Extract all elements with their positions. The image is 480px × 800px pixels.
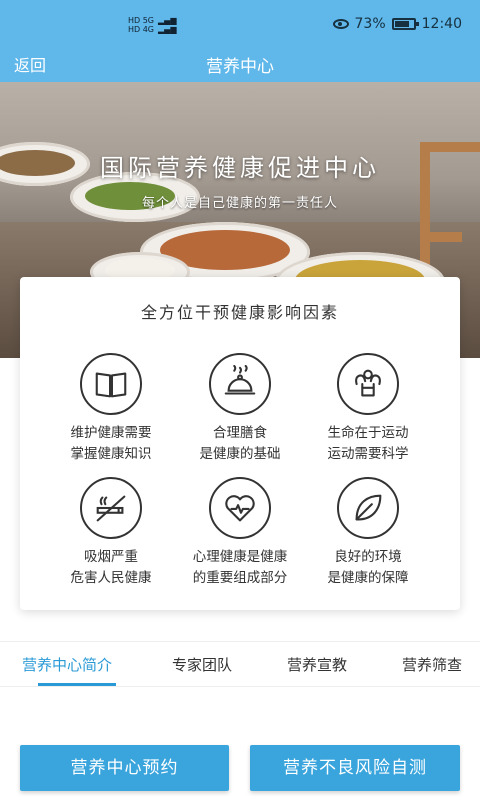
status-bar: HD 5G ▂▄▆ HD 4G ▂▄▆ 73% 12:40 (0, 0, 480, 48)
health-factors-card: 全方位干预健康影响因素 维护健康需要 掌握健康知识 合理膳食 是健康的基础 生命… (20, 277, 460, 610)
tab-bar: 营养中心简介 专家团队 营养宣教 营养筛查 (0, 641, 480, 687)
muscle-icon (337, 353, 399, 415)
tab-intro[interactable]: 营养中心简介 (22, 654, 112, 675)
page-title: 营养中心 (206, 57, 274, 77)
factor-text: 良好的环境 是健康的保障 (327, 549, 409, 586)
battery-percent: 73% (354, 16, 386, 32)
nav-bar: 返回 营养中心 (0, 48, 480, 82)
network-top: HD 5G (128, 16, 155, 25)
factor-item: 良好的环境 是健康的保障 (293, 477, 443, 589)
leaf-icon (337, 477, 399, 539)
signal-icon-2: ▂▄▆ (158, 25, 177, 34)
food-cloche-icon (209, 353, 271, 415)
active-tab-indicator (38, 683, 116, 686)
network-bottom: HD 4G (128, 25, 155, 34)
tab-experts[interactable]: 专家团队 (172, 654, 232, 675)
factor-text: 吸烟严重 危害人民健康 (70, 549, 152, 586)
chair-rail-graphic (420, 232, 462, 242)
clock: 12:40 (421, 16, 462, 32)
card-title: 全方位干预健康影响因素 (140, 303, 339, 322)
tab-education[interactable]: 营养宣教 (287, 654, 347, 675)
factor-text: 维护健康需要 掌握健康知识 (70, 425, 152, 462)
hero-subtitle: 每个人是自己健康的第一责任人 (141, 196, 338, 211)
eye-icon (332, 19, 349, 29)
battery-icon (391, 18, 419, 30)
no-smoking-icon (80, 477, 142, 539)
network-indicators: HD 5G ▂▄▆ HD 4G ▂▄▆ (128, 16, 176, 34)
tab-screening[interactable]: 营养筛查 (402, 654, 462, 675)
factor-text: 生命在于运动 运动需要科学 (327, 425, 409, 462)
factor-item: 维护健康需要 掌握健康知识 (36, 353, 186, 465)
appointment-button[interactable]: 营养中心预约 (20, 745, 229, 791)
factor-item: 生命在于运动 运动需要科学 (293, 353, 443, 465)
book-icon (80, 353, 142, 415)
risk-self-test-button[interactable]: 营养不良风险自测 (250, 745, 460, 791)
hero-title: 国际营养健康促进中心 (100, 154, 380, 182)
status-right: 73% 12:40 (332, 16, 462, 32)
heart-hands-icon (209, 477, 271, 539)
signal-icon: ▂▄▆ (158, 16, 177, 25)
factor-item: 吸烟严重 危害人民健康 (36, 477, 186, 589)
